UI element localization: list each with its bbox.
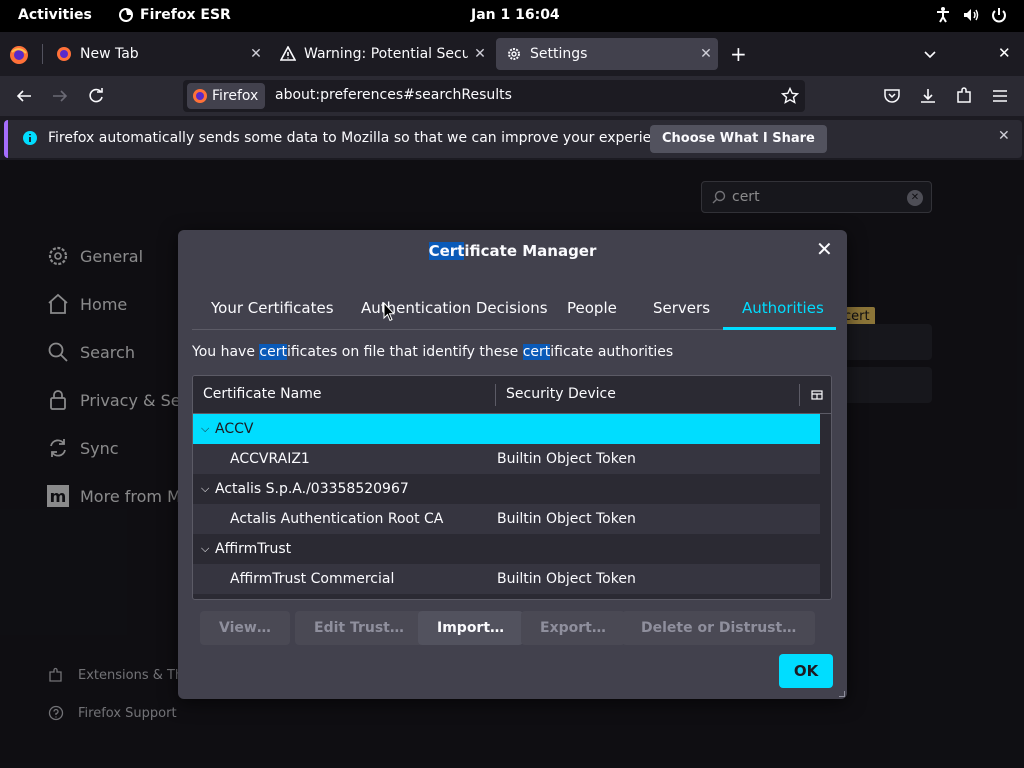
notification-text: Firefox automatically sends some data to… [48,130,681,146]
url-bar[interactable]: Firefox about:preferences#searchResults [183,80,805,112]
tree-body: ⌵ ACCV ACCVRAIZ1 Builtin Object Token ⌵ … [193,414,820,599]
clock[interactable]: Jan 1 16:04 [471,7,560,23]
bookmark-star-icon[interactable] [781,87,799,105]
delete-or-distrust-button[interactable]: Delete or Distrust… [622,611,816,645]
app-name: Firefox ESR [140,7,231,23]
cert-name: Actalis Authentication Root CA [230,511,444,527]
authorities-description: You have certificates on file that ident… [192,344,673,360]
activities-button[interactable]: Activities [18,7,92,23]
close-tab-icon[interactable]: ✕ [244,46,268,62]
extensions-puzzle-icon[interactable] [954,86,974,106]
tree-header: Certificate Name Security Device [193,376,831,414]
export-button[interactable]: Export… [521,611,625,645]
tab-your-certificates[interactable]: Your Certificates [211,299,334,317]
warning-icon [280,46,296,61]
volume-icon [964,9,979,21]
ok-button[interactable]: OK [779,654,833,688]
certificate-tree[interactable]: Certificate Name Security Device ⌵ ACCV … [192,375,832,600]
accessibility-icon [937,7,949,23]
tab-settings[interactable]: Settings ✕ [496,38,718,70]
firefox-icon [193,89,207,103]
power-icon [992,8,1006,23]
resize-grip[interactable] [839,691,845,697]
tab-label: Settings [530,46,588,62]
tab-servers[interactable]: Servers [653,299,710,317]
back-arrow-icon[interactable] [14,86,34,106]
telemetry-notification-bar: Firefox automatically sends some data to… [4,120,1022,158]
desc-highlight: cert [259,344,287,360]
cert-name: AffirmTrust [215,541,292,557]
firefox-icon [119,8,133,22]
url-text[interactable]: about:preferences#searchResults [275,87,512,103]
cert-name: ACCV [215,421,254,437]
tree-row[interactable]: Actalis Authentication Root CA Builtin O… [193,504,820,534]
column-separator[interactable] [799,384,800,406]
forward-arrow-icon[interactable] [50,86,70,106]
tree-row-group[interactable]: ⌵ ACCV [193,414,820,444]
new-tab-button[interactable]: + [730,44,747,64]
cert-device: Builtin Object Token [497,451,636,467]
identity-label: Firefox [212,88,259,104]
tab-authorities[interactable]: Authorities [742,299,824,317]
system-tray[interactable] [934,6,1008,24]
column-separator[interactable] [495,384,496,406]
chevron-down-icon[interactable]: ⌵ [201,414,209,444]
title-highlight: Cert [428,242,465,260]
tab-label: New Tab [80,46,139,62]
column-picker-icon[interactable] [810,388,824,402]
system-top-bar: Activities Firefox ESR Jan 1 16:04 [0,0,1024,32]
window-close-button[interactable]: ✕ [998,44,1011,62]
certificate-manager-dialog: Certificate Manager ✕ Your Certificates … [178,230,847,699]
downloads-icon[interactable] [918,86,938,106]
cert-name: ACCVRAIZ1 [230,451,310,467]
import-button[interactable]: Import… [418,611,524,645]
mouse-pointer-icon [383,302,395,322]
app-menu[interactable]: Firefox ESR [118,7,231,23]
dialog-title: Certificate Manager [178,242,847,260]
chevron-down-icon[interactable]: ⌵ [201,534,209,564]
identity-box[interactable]: Firefox [187,83,266,109]
active-tab-indicator [723,327,836,330]
dialog-close-icon[interactable]: ✕ [816,239,833,259]
tab-strip: New Tab ✕ Warning: Potential Securi ✕ Se… [0,32,1024,76]
tab-new-tab[interactable]: New Tab ✕ [46,38,268,70]
gear-icon [508,48,520,60]
choose-what-i-share-button[interactable]: Choose What I Share [650,125,827,153]
title-rest: ificate Manager [464,242,597,260]
notification-close-icon[interactable]: ✕ [998,128,1010,144]
desc-highlight: cert [522,344,551,360]
tree-row[interactable]: ACCVRAIZ1 Builtin Object Token [193,444,820,474]
tab-label: Warning: Potential Securi [304,46,468,62]
dialog-tab-bar: Your Certificates Authentication Decisio… [192,292,836,330]
column-security-device[interactable]: Security Device [506,386,616,402]
hamburger-menu-icon[interactable] [990,86,1010,106]
cert-device: Builtin Object Token [497,511,636,527]
reload-icon[interactable] [86,86,106,106]
pocket-icon[interactable] [882,86,902,106]
close-tab-icon[interactable]: ✕ [694,46,718,62]
tab-warning[interactable]: Warning: Potential Securi ✕ [270,38,492,70]
tab-people[interactable]: People [567,299,617,317]
chevron-down-icon[interactable]: ⌵ [201,474,209,504]
tree-row-group[interactable]: ⌵ Actalis S.p.A./03358520967 [193,474,820,504]
chevron-down-icon[interactable] [922,46,938,62]
cert-device: Builtin Object Token [497,571,636,587]
navigation-toolbar: Firefox about:preferences#searchResults [0,76,1024,116]
desc-part: ificate authorities [550,344,674,360]
tree-scrollbar[interactable] [820,414,831,599]
desc-part: You have [192,344,260,360]
tab-separator [42,44,43,64]
edit-trust-button[interactable]: Edit Trust… [295,611,423,645]
column-certificate-name[interactable]: Certificate Name [203,386,321,402]
cert-name: AffirmTrust Commercial [230,571,395,587]
firefox-view-icon[interactable] [8,44,30,66]
tree-row[interactable]: AffirmTrust Commercial Builtin Object To… [193,564,820,594]
tree-row-group[interactable]: ⌵ AffirmTrust [193,534,820,564]
firefox-icon [57,47,71,61]
info-icon [23,131,37,145]
close-tab-icon[interactable]: ✕ [468,46,492,62]
desc-part: ificates on file that identify these [286,344,523,360]
cert-name: Actalis S.p.A./03358520967 [215,481,409,497]
view-button[interactable]: View… [200,611,290,645]
